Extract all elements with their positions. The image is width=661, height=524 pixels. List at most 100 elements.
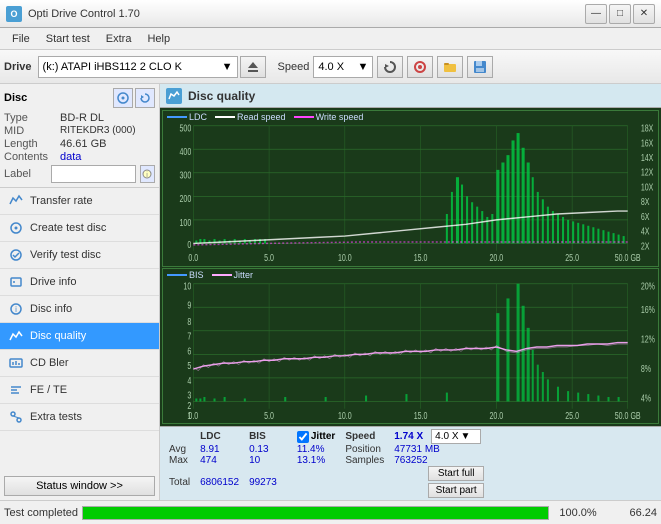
samples-label: Samples <box>340 455 389 466</box>
refresh-button[interactable] <box>377 56 403 78</box>
sidebar-item-label-transfer-rate: Transfer rate <box>30 195 93 207</box>
speed-dropdown-2[interactable]: 4.0 X ▼ <box>431 429 481 444</box>
svg-text:12X: 12X <box>641 166 654 178</box>
sidebar-item-disc-quality[interactable]: Disc quality <box>0 323 159 350</box>
svg-text:18X: 18X <box>641 122 654 134</box>
sidebar-item-create-test-disc[interactable]: Create test disc <box>0 215 159 242</box>
svg-text:500: 500 <box>179 122 191 134</box>
toolbar: Drive (k:) ATAPI iHBS112 2 CLO K ▼ Speed… <box>0 50 661 84</box>
speed-dropdown[interactable]: 4.0 X ▼ <box>313 56 373 78</box>
sidebar-item-label-disc-info: Disc info <box>30 303 72 315</box>
svg-text:10X: 10X <box>641 181 654 193</box>
sidebar: Disc Type BD-R DL MID RITEKDR3 (000) <box>0 84 160 500</box>
transfer-rate-icon <box>8 193 24 209</box>
menu-start-test[interactable]: Start test <box>38 31 98 47</box>
sidebar-item-label-drive-info: Drive info <box>30 276 76 288</box>
disc-reload-button[interactable] <box>135 88 155 108</box>
sidebar-item-verify-test-disc[interactable]: Verify test disc <box>0 242 159 269</box>
max-bis: 10 <box>244 455 282 466</box>
mid-label: MID <box>4 125 56 137</box>
position-val: 47731 MB <box>389 444 484 455</box>
contents-value: data <box>60 151 81 163</box>
save-button[interactable] <box>467 56 493 78</box>
sidebar-item-label-verify: Verify test disc <box>30 249 101 261</box>
label-icon-button[interactable]: i <box>140 165 155 183</box>
drive-select-area: (k:) ATAPI iHBS112 2 CLO K ▼ <box>38 56 266 78</box>
menu-help[interactable]: Help <box>139 31 178 47</box>
speed-header: Speed <box>340 429 389 444</box>
menu-file[interactable]: File <box>4 31 38 47</box>
contents-label: Contents <box>4 151 56 163</box>
sidebar-item-label-disc-quality: Disc quality <box>30 330 86 342</box>
sidebar-item-drive-info[interactable]: Drive info <box>0 269 159 296</box>
svg-text:2X: 2X <box>641 240 650 252</box>
disc-quality-header: Disc quality <box>160 84 661 108</box>
settings-button[interactable] <box>407 56 433 78</box>
drive-dropdown[interactable]: (k:) ATAPI iHBS112 2 CLO K ▼ <box>38 56 238 78</box>
verify-test-disc-icon <box>8 247 24 263</box>
position-label: Position <box>340 444 389 455</box>
svg-text:0.0: 0.0 <box>188 409 198 421</box>
start-part-button[interactable]: Start part <box>428 483 484 498</box>
svg-text:10.0: 10.0 <box>338 252 352 264</box>
jitter-label: Jitter <box>311 431 335 442</box>
svg-text:5.0: 5.0 <box>264 252 274 264</box>
progress-bar-fill <box>83 507 548 519</box>
upper-chart-svg: 500 400 300 200 100 0 18X 16X 14X 12X 10… <box>163 111 658 266</box>
content-area: Disc quality LDC Read speed <box>160 84 661 500</box>
eject-button[interactable] <box>240 56 266 78</box>
menu-extra[interactable]: Extra <box>98 31 140 47</box>
sidebar-item-fe-te[interactable]: FE / TE <box>0 377 159 404</box>
progress-bar-area: Test completed 100.0% 66.24 <box>0 500 661 524</box>
svg-text:6: 6 <box>187 345 191 357</box>
disc-icon-button[interactable] <box>113 88 133 108</box>
svg-text:5.0: 5.0 <box>264 409 274 421</box>
total-bis: 99273 <box>244 466 282 498</box>
label-input[interactable] <box>51 165 136 183</box>
disc-title: Disc <box>4 92 27 104</box>
sidebar-item-extra-tests[interactable]: Extra tests <box>0 404 159 431</box>
progress-value: 66.24 <box>607 507 657 519</box>
maximize-button[interactable]: □ <box>609 4 631 24</box>
disc-quality-title: Disc quality <box>188 89 255 103</box>
svg-text:0.0: 0.0 <box>188 252 198 264</box>
sidebar-item-cd-bler[interactable]: CD Bler <box>0 350 159 377</box>
sidebar-item-label-fe-te: FE / TE <box>30 384 67 396</box>
charts-container: LDC Read speed Write speed <box>160 108 661 426</box>
status-window-button[interactable]: Status window >> <box>4 476 155 496</box>
lower-chart: BIS Jitter <box>162 268 659 425</box>
samples-val: 763252 <box>389 455 484 466</box>
svg-text:10: 10 <box>183 280 191 292</box>
start-full-button[interactable]: Start full <box>428 466 484 481</box>
disc-info-icon: i <box>8 301 24 317</box>
type-label: Type <box>4 112 56 124</box>
extra-tests-icon <box>8 409 24 425</box>
speed-val-display: 1.74 X <box>389 429 428 444</box>
fe-te-icon <box>8 382 24 398</box>
max-jitter: 13.1% <box>292 455 340 466</box>
svg-text:300: 300 <box>179 169 191 181</box>
svg-text:20%: 20% <box>641 280 655 292</box>
svg-text:20.0: 20.0 <box>489 409 503 421</box>
close-button[interactable]: ✕ <box>633 4 655 24</box>
svg-text:50.0 GB: 50.0 GB <box>615 409 641 421</box>
svg-text:12%: 12% <box>641 333 655 345</box>
disc-quality-header-icon <box>166 88 182 104</box>
title-bar: O Opti Drive Control 1.70 — □ ✕ <box>0 0 661 28</box>
svg-text:25.0: 25.0 <box>565 409 579 421</box>
jitter-checkbox[interactable] <box>297 431 309 443</box>
sidebar-item-transfer-rate[interactable]: Transfer rate <box>0 188 159 215</box>
drive-label: Drive <box>4 61 32 73</box>
minimize-button[interactable]: — <box>585 4 607 24</box>
mid-value: RITEKDR3 (000) <box>60 125 136 137</box>
folder-button[interactable] <box>437 56 463 78</box>
max-ldc: 474 <box>195 455 244 466</box>
svg-text:15.0: 15.0 <box>414 252 428 264</box>
svg-text:8X: 8X <box>641 196 650 208</box>
sidebar-item-disc-info[interactable]: i Disc info <box>0 296 159 323</box>
svg-text:15.0: 15.0 <box>414 409 428 421</box>
svg-text:16X: 16X <box>641 137 654 149</box>
svg-text:50.0 GB: 50.0 GB <box>615 252 641 264</box>
bottom-stats-panel: LDC BIS Jitter Speed 1.74 X <box>160 426 661 500</box>
sidebar-item-label-create: Create test disc <box>30 222 106 234</box>
